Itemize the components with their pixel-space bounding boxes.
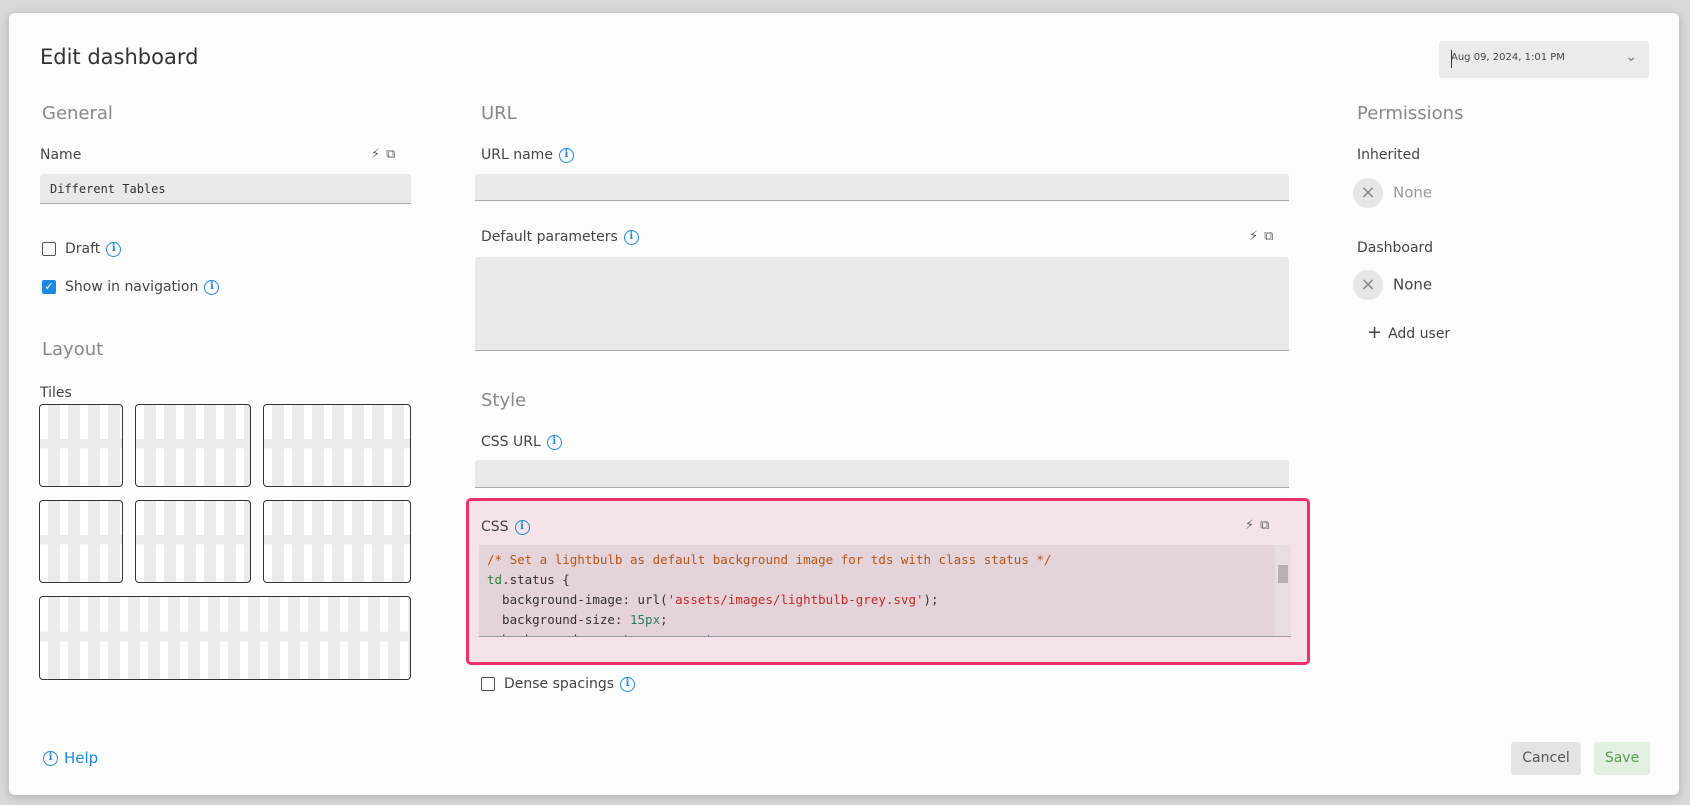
dense-spacings-label: Dense spacings [504, 676, 615, 692]
show-navigation-label: Show in navigation [65, 279, 199, 295]
expand-editor-icon[interactable]: ⧉ [1260, 518, 1275, 533]
default-parameters-label: Default parameters i [481, 229, 639, 245]
css-url-input[interactable] [475, 460, 1289, 488]
code-line: td.status { [487, 572, 570, 587]
add-user-button[interactable]: + Add user [1367, 322, 1450, 343]
code-line: /* Set a lightbulb as default background… [487, 552, 1052, 567]
css-code-editor[interactable]: /* Set a lightbulb as default background… [479, 545, 1291, 637]
tile[interactable] [39, 596, 411, 680]
css-url-text: CSS URL [481, 434, 541, 450]
chevron-down-icon: ⌄ [1625, 49, 1637, 65]
dense-spacings-checkbox[interactable]: Dense spacings i [481, 676, 636, 692]
lightning-icon[interactable]: ⚡︎ [371, 147, 386, 162]
url-heading: URL [481, 103, 517, 124]
tile[interactable] [39, 404, 123, 487]
cancel-button[interactable]: Cancel [1511, 742, 1581, 775]
url-name-input[interactable] [475, 174, 1289, 201]
default-parameters-tools: ⚡︎⧉ [1249, 229, 1279, 244]
permissions-heading: Permissions [1357, 103, 1464, 124]
draft-checkbox[interactable]: Draft i [42, 241, 122, 257]
help-label: Help [64, 749, 99, 767]
inherited-label: Inherited [1357, 147, 1421, 163]
draft-checkbox-box[interactable] [42, 242, 56, 256]
add-user-label: Add user [1388, 326, 1451, 342]
edit-dashboard-dialog: Edit dashboard Aug 09, 2024, 1:01 PM ⌄ Ge… [9, 13, 1679, 795]
save-button[interactable]: Save [1594, 742, 1650, 775]
help-link[interactable]: i Help [43, 749, 98, 767]
expand-editor-icon[interactable]: ⧉ [386, 147, 401, 162]
tiles-label: Tiles [40, 385, 72, 401]
inherited-chip: × None [1353, 178, 1432, 208]
close-icon[interactable]: × [1353, 270, 1383, 300]
layout-heading: Layout [42, 339, 104, 360]
draft-label: Draft [65, 241, 101, 257]
version-date-select[interactable]: Aug 09, 2024, 1:01 PM ⌄ [1439, 41, 1649, 78]
info-icon[interactable]: i [106, 241, 122, 257]
tile[interactable] [135, 500, 251, 583]
inherited-value: None [1393, 183, 1433, 202]
tile[interactable] [263, 500, 411, 583]
name-input[interactable]: Different Tables [40, 174, 411, 204]
css-url-label: CSS URL i [481, 434, 562, 450]
dashboard-permissions-label: Dashboard [1357, 240, 1433, 256]
info-icon[interactable]: i [558, 147, 574, 163]
name-tools: ⚡︎⧉ [371, 147, 401, 162]
url-name-label: URL name i [481, 147, 574, 163]
lightning-icon[interactable]: ⚡︎ [1249, 229, 1264, 244]
name-label: Name [40, 147, 82, 163]
css-field-highlight: CSS i ⚡︎⧉ /* Set a lightbulb as default b… [466, 498, 1310, 665]
plus-icon: + [1367, 322, 1383, 343]
default-parameters-text: Default parameters [481, 229, 618, 245]
dialog-title: Edit dashboard [40, 45, 199, 69]
code-scrollbar[interactable] [1275, 545, 1291, 636]
show-navigation-checkbox-box[interactable]: ✓ [42, 280, 56, 294]
code-line: background-size: 15px; [487, 612, 668, 627]
url-name-text: URL name [481, 147, 553, 163]
css-text: CSS [481, 519, 509, 535]
css-label: CSS i [481, 519, 530, 535]
info-icon[interactable]: i [623, 229, 639, 245]
dense-spacings-checkbox-box[interactable] [481, 677, 495, 691]
info-icon[interactable]: i [514, 519, 530, 535]
info-icon[interactable]: i [620, 676, 636, 692]
tile[interactable] [135, 404, 251, 487]
general-heading: General [42, 103, 113, 124]
tile[interactable] [263, 404, 411, 487]
code-line: background-repeat: no-repeat; [487, 630, 1283, 636]
dashboard-chip: × None [1353, 270, 1432, 300]
css-tools: ⚡︎⧉ [1245, 518, 1275, 533]
info-icon[interactable]: i [546, 434, 562, 450]
close-icon: × [1353, 178, 1383, 208]
show-navigation-checkbox[interactable]: ✓ Show in navigation i [42, 279, 220, 295]
dashboard-value: None [1393, 275, 1433, 294]
tile[interactable] [39, 500, 123, 583]
code-line: background-image: url('assets/images/lig… [487, 592, 939, 607]
expand-editor-icon[interactable]: ⧉ [1264, 229, 1279, 244]
info-icon[interactable]: i [204, 279, 220, 295]
scrollbar-thumb[interactable] [1278, 565, 1288, 583]
info-icon: i [43, 751, 58, 766]
style-heading: Style [481, 390, 527, 411]
date-value: Aug 09, 2024, 1:01 PM [1451, 52, 1565, 63]
lightning-icon[interactable]: ⚡︎ [1245, 518, 1260, 533]
default-parameters-textarea[interactable] [475, 257, 1289, 351]
